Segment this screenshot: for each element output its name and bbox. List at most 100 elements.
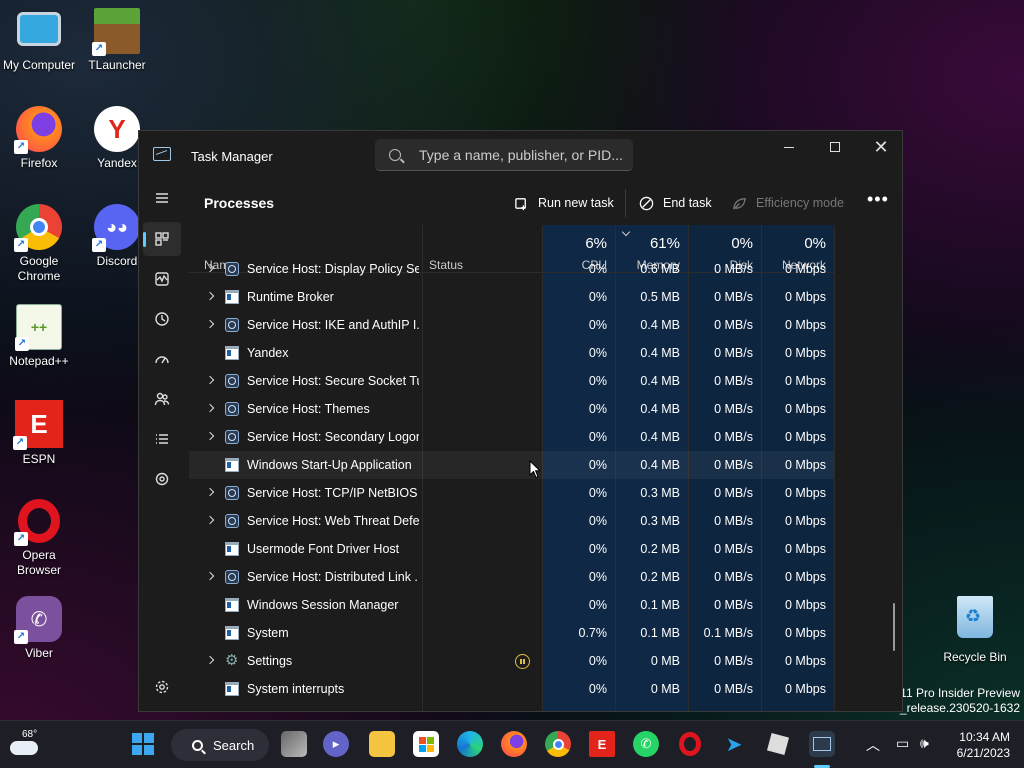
expand-chevron-icon[interactable] (205, 515, 215, 525)
maximize-button[interactable] (812, 131, 858, 163)
edge-button[interactable] (457, 731, 483, 757)
table-row[interactable]: Service Host: Themes 0% 0.4 MB 0 MB/s 0 Mbps (189, 395, 834, 423)
table-row[interactable]: Windows Start-Up Application 0% 0.4 MB 0 MB… (189, 451, 834, 479)
process-cpu: 0% (588, 682, 607, 696)
process-name: Service Host: Secure Socket Tu... (247, 374, 419, 388)
desktop-icon-label: My Computer (2, 58, 76, 72)
table-row[interactable]: System interrupts 0% 0 MB 0 MB/s 0 Mbps (189, 675, 834, 703)
opera-taskbar-button[interactable] (677, 731, 703, 757)
network-total: 0% (804, 235, 826, 252)
expand-chevron-icon[interactable] (205, 571, 215, 581)
table-row[interactable]: System 0.7% 0.1 MB 0.1 MB/s 0 Mbps (189, 619, 834, 647)
process-network: 0 Mbps (785, 374, 826, 388)
more-options-button[interactable]: ••• (867, 187, 889, 211)
table-row[interactable]: Runtime Broker 0% 0.5 MB 0 MB/s 0 Mbps (189, 283, 834, 311)
table-row[interactable]: Service Host: Secondary Logon 0% 0.4 MB 0 M… (189, 423, 834, 451)
table-row[interactable]: Settings 0% 0 MB 0 MB/s 0 Mbps (189, 647, 834, 675)
desktop-icon-viber[interactable]: ✆ ↗ Viber (0, 596, 79, 661)
expand-chevron-icon[interactable] (205, 291, 215, 301)
process-disk: 0 MB/s (714, 542, 753, 556)
desktop-icon-label: Firefox (20, 156, 58, 170)
network-status-icon[interactable]: ▭ (896, 735, 909, 752)
nav-services[interactable] (143, 462, 181, 496)
command-bar: Processes Run new task End task Efficien… (189, 181, 902, 225)
process-cpu: 0% (588, 290, 607, 304)
nav-users[interactable] (143, 382, 181, 416)
close-button[interactable]: ✕ (858, 131, 902, 163)
start-button[interactable] (130, 731, 156, 757)
process-disk: 0 MB/s (714, 570, 753, 584)
minimize-button[interactable] (766, 131, 812, 163)
desktop-icon-recycle-bin[interactable]: Recycle Bin (938, 596, 1012, 664)
weather-widget[interactable]: 68° (8, 729, 42, 761)
expand-chevron-icon[interactable] (205, 263, 215, 273)
whatsapp-button[interactable]: ✆ (633, 731, 659, 757)
run-new-task-icon (515, 197, 526, 210)
desktop-icon-tlauncher[interactable]: ↗ TLauncher (77, 8, 157, 73)
desktop-icon-espn[interactable]: E ↗ ESPN (0, 400, 79, 467)
desktop-icon-notepad-plus-plus[interactable]: ++ ↗ Notepad++ (0, 304, 79, 369)
speedometer-icon (155, 356, 169, 364)
table-row[interactable]: Service Host: Distributed Link ... 0% 0.2 … (189, 563, 834, 591)
expand-chevron-icon[interactable] (205, 431, 215, 441)
task-manager-taskbar-button[interactable] (809, 731, 835, 757)
desktop-icon-firefox[interactable]: ↗ Firefox (0, 106, 79, 171)
nav-details[interactable] (143, 422, 181, 456)
watermark-line: 11 Pro Insider Preview (900, 686, 1020, 700)
table-row[interactable]: Usermode Font Driver Host 0% 0.2 MB 0 MB/s 0… (189, 535, 834, 563)
table-row[interactable]: Windows Session Manager 0% 0.1 MB 0 MB/s 0 M… (189, 591, 834, 619)
show-hidden-icons-button[interactable]: ︿ (866, 735, 880, 755)
table-row[interactable]: Service Host: TCP/IP NetBIOS ... 0% 0.3 MB… (189, 479, 834, 507)
system-clock[interactable]: 10:34 AM 6/21/2023 (946, 729, 1010, 761)
desktop-icon-google-chrome[interactable]: ↗ Google Chrome (0, 204, 79, 284)
task-view-button[interactable] (281, 731, 307, 757)
gear-icon (225, 651, 239, 669)
nav-processes[interactable] (143, 222, 181, 256)
end-task-button[interactable]: End task (639, 191, 712, 215)
app-window-icon (225, 290, 239, 304)
expand-chevron-icon[interactable] (205, 487, 215, 497)
expand-chevron-icon[interactable] (205, 375, 215, 385)
app-window-icon (225, 626, 239, 640)
expand-chevron-icon[interactable] (205, 319, 215, 329)
chrome-taskbar-button[interactable] (545, 731, 571, 757)
taskbar-search-button[interactable]: Search (171, 729, 269, 761)
expand-chevron-icon[interactable] (205, 655, 215, 665)
table-row[interactable]: Service Host: Display Policy Se... 0% 0.6 … (189, 255, 834, 283)
table-row[interactable]: Service Host: Secure Socket Tu... 0% 0.4 M… (189, 367, 834, 395)
details-list-icon (156, 434, 168, 444)
windows-logo-icon (132, 733, 154, 755)
run-new-task-button[interactable]: Run new task (514, 191, 614, 215)
vertical-scrollbar[interactable] (893, 603, 895, 651)
firefox-taskbar-button[interactable] (501, 731, 527, 757)
expand-chevron-icon[interactable] (205, 403, 215, 413)
file-explorer-button[interactable] (369, 731, 395, 757)
roblox-button[interactable] (765, 731, 791, 757)
volume-icon[interactable]: 🕪 (920, 735, 929, 752)
process-cpu: 0% (588, 514, 607, 528)
process-cpu: 0% (588, 430, 607, 444)
efficiency-mode-button[interactable]: Efficiency mode (732, 191, 844, 215)
microsoft-store-button[interactable] (413, 731, 439, 757)
telegram-button[interactable]: ➤ (721, 731, 747, 757)
title-bar[interactable]: Task Manager Type a name, publisher, or … (139, 131, 902, 181)
table-row[interactable]: Yandex 0% 0.4 MB 0 MB/s 0 Mbps (189, 339, 834, 367)
process-memory: 0.4 MB (640, 346, 680, 360)
table-row[interactable]: Service Host: Web Threat Defe... 0% 0.3 MB… (189, 507, 834, 535)
teams-chat-button[interactable]: ▸ (323, 731, 349, 757)
desktop-icon-label: Google Chrome (17, 254, 61, 283)
hamburger-menu-button[interactable] (143, 181, 181, 215)
nav-startup-apps[interactable] (143, 342, 181, 376)
desktop-icon-opera-browser[interactable]: ↗ Opera Browser (0, 498, 79, 578)
nav-settings[interactable] (143, 670, 181, 704)
process-network: 0 Mbps (785, 542, 826, 556)
espn-taskbar-button[interactable]: E (589, 731, 615, 757)
table-row[interactable]: Service Host: IKE and AuthIP I... 0% 0.4 M… (189, 311, 834, 339)
search-input[interactable]: Type a name, publisher, or PID... (375, 139, 633, 171)
desktop-icon-my-computer[interactable]: My Computer (0, 8, 79, 73)
run-new-task-label: Run new task (538, 196, 614, 210)
nav-app-history[interactable] (143, 302, 181, 336)
process-memory: 0.1 MB (640, 598, 680, 612)
nav-performance[interactable] (143, 262, 181, 296)
end-task-label: End task (663, 196, 712, 210)
